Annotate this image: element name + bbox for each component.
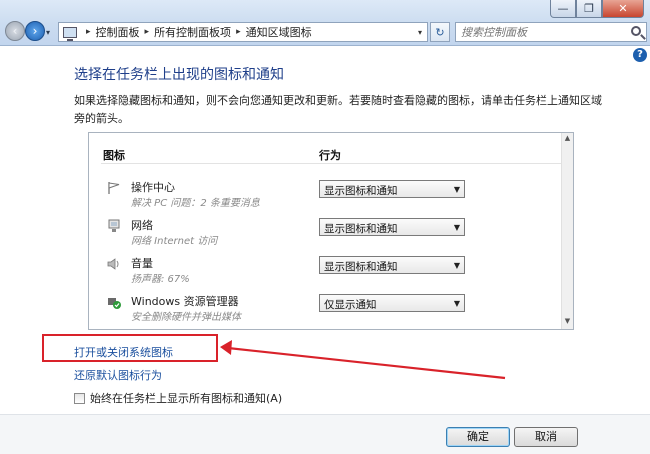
restore-defaults-link[interactable]: 还原默认图标行为 <box>74 367 162 383</box>
breadcrumb-separator[interactable]: ▸ <box>145 27 150 37</box>
back-arrow-icon: ‹ <box>12 24 18 38</box>
breadcrumb-all-items[interactable]: 所有控制面板项 <box>154 24 231 40</box>
scroll-up-icon[interactable]: ▲ <box>562 134 573 145</box>
always-show-checkbox[interactable] <box>74 392 85 404</box>
close-button[interactable]: ✕ <box>602 0 644 18</box>
item-name: Windows 资源管理器 <box>131 295 239 308</box>
title-bar: — ❐ ✕ ‹ › ▾ ▸ 控制面板 ▸ 所有控制面板项 ▸ 通知区域图标 ▾ … <box>0 0 650 46</box>
item-name: 音量 <box>131 257 153 270</box>
behavior-select[interactable]: 仅显示通知 ▼ <box>319 294 465 312</box>
cancel-button[interactable]: 取消 <box>514 427 578 447</box>
behavior-select[interactable]: 显示图标和通知 ▼ <box>319 256 465 274</box>
window-controls: — ❐ ✕ <box>550 0 644 18</box>
dropdown-arrow-icon: ▼ <box>453 185 460 194</box>
column-header-icon: 图标 <box>103 149 125 162</box>
page-title: 选择在任务栏上出现的图标和通知 <box>74 67 284 83</box>
minimize-button[interactable]: — <box>550 0 576 18</box>
dropdown-arrow-icon: ▼ <box>453 223 460 232</box>
address-dropdown-icon[interactable]: ▾ <box>413 28 427 37</box>
behavior-value: 显示图标和通知 <box>324 223 398 235</box>
breadcrumb-separator[interactable]: ▸ <box>236 27 241 37</box>
scroll-down-icon[interactable]: ▼ <box>562 317 573 328</box>
forward-button[interactable]: › <box>25 21 45 41</box>
item-description: 解决 PC 问题：2 条重要消息 <box>131 198 260 209</box>
speaker-icon <box>107 258 119 270</box>
list-item: 音量 扬声器: 67% 显示图标和通知 ▼ <box>89 253 559 293</box>
refresh-icon: ↻ <box>435 25 445 39</box>
dialog-footer: 确定 取消 <box>0 414 650 454</box>
behavior-value: 仅显示通知 <box>324 299 377 311</box>
ok-button[interactable]: 确定 <box>446 427 510 447</box>
item-name: 网络 <box>131 219 153 232</box>
item-description: 安全删除硬件并弹出媒体 <box>131 312 241 323</box>
address-bar[interactable]: ▸ 控制面板 ▸ 所有控制面板项 ▸ 通知区域图标 ▾ <box>58 22 428 42</box>
breadcrumb-separator[interactable]: ▸ <box>86 27 91 37</box>
always-show-label[interactable]: 始终在任务栏上显示所有图标和通知(A) <box>90 390 282 406</box>
annotation-highlight-box <box>42 334 218 362</box>
item-description: 扬声器: 67% <box>131 274 190 285</box>
back-button[interactable]: ‹ <box>5 21 25 41</box>
dropdown-arrow-icon: ▼ <box>453 299 460 308</box>
list-item: 网络 网络 Internet 访问 显示图标和通知 ▼ <box>89 215 559 255</box>
item-description: 网络 Internet 访问 <box>131 236 218 247</box>
list-item: Windows 资源管理器 安全删除硬件并弹出媒体 仅显示通知 ▼ <box>89 291 559 331</box>
behavior-value: 显示图标和通知 <box>324 185 398 197</box>
header-divider <box>101 163 561 164</box>
search-input[interactable] <box>461 25 621 39</box>
help-icon[interactable]: ? <box>633 48 647 62</box>
item-name: 操作中心 <box>131 181 175 194</box>
flag-icon <box>108 182 120 194</box>
refresh-button[interactable]: ↻ <box>430 22 450 42</box>
column-header-behavior: 行为 <box>319 149 341 162</box>
list-scrollbar[interactable]: ▲ ▼ <box>561 133 573 329</box>
usb-eject-icon <box>108 298 121 309</box>
behavior-select[interactable]: 显示图标和通知 ▼ <box>319 218 465 236</box>
search-icon[interactable] <box>631 26 641 36</box>
breadcrumb-control-panel[interactable]: 控制面板 <box>96 24 140 40</box>
page-description: 如果选择隐藏图标和通知，则不会向您通知更改和更新。若要随时查看隐藏的图标，请单击… <box>74 94 602 125</box>
always-show-option[interactable]: 始终在任务栏上显示所有图标和通知(A) <box>74 390 282 406</box>
network-icon <box>108 219 120 232</box>
notification-icons-list[interactable]: 图标 行为 操作中心 解决 PC 问题：2 条重要消息 显示图标和通知 ▼ 网络… <box>88 132 574 330</box>
maximize-button[interactable]: ❐ <box>576 0 602 18</box>
dropdown-arrow-icon: ▼ <box>453 261 460 270</box>
control-panel-icon <box>63 26 77 41</box>
search-box[interactable] <box>455 22 647 42</box>
behavior-select[interactable]: 显示图标和通知 ▼ <box>319 180 465 198</box>
list-item: 操作中心 解决 PC 问题：2 条重要消息 显示图标和通知 ▼ <box>89 177 559 217</box>
behavior-value: 显示图标和通知 <box>324 261 398 273</box>
forward-arrow-icon: › <box>32 24 38 38</box>
breadcrumb-notification-icons[interactable]: 通知区域图标 <box>246 24 312 40</box>
recent-pages-dropdown[interactable]: ▾ <box>46 28 50 37</box>
